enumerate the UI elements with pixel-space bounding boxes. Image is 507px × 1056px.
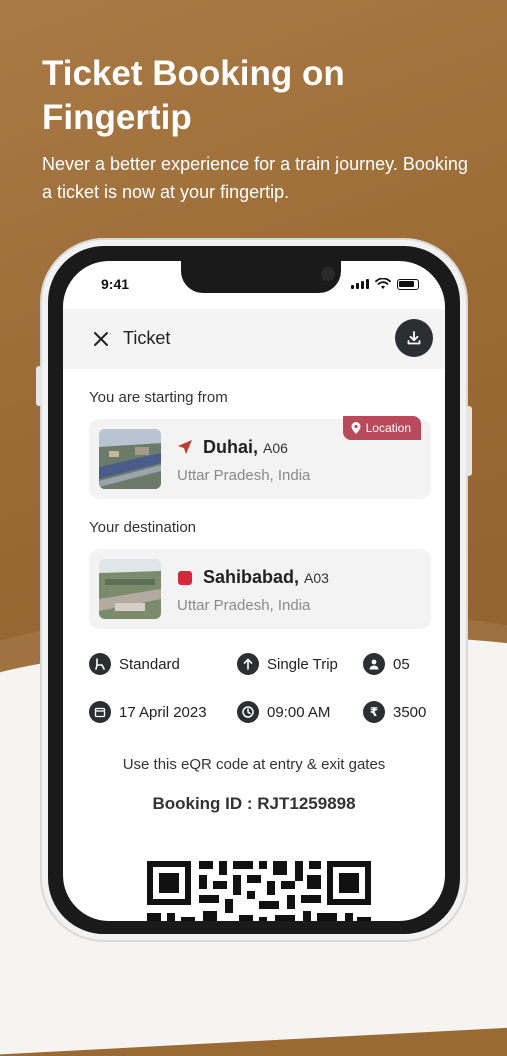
qr-code[interactable] (147, 861, 371, 921)
origin-station-code: A06 (263, 440, 288, 456)
phone-frame: 9:41 Ticket You are starting from Duhai,… (36, 240, 472, 940)
location-badge[interactable]: Location (342, 416, 421, 440)
origin-card[interactable]: Duhai, A06 Uttar Pradesh, India Location (89, 416, 431, 499)
date-value: 17 April 2023 (119, 703, 207, 721)
destination-station: Sahibabad, A03 (203, 567, 329, 588)
hero-title: Ticket Booking on Fingertip (42, 54, 345, 137)
passengers-info: 05 (363, 653, 410, 675)
ticket-header: Ticket (63, 309, 445, 369)
class-info: Standard (89, 653, 180, 675)
seat-icon (89, 653, 111, 675)
user-icon (363, 653, 385, 675)
battery-icon (397, 278, 419, 290)
status-icons (351, 278, 419, 290)
trip-value: Single Trip (267, 655, 338, 673)
signal-icon (351, 279, 369, 289)
class-value: Standard (119, 655, 180, 673)
destination-region: Uttar Pradesh, India (177, 597, 311, 614)
destination-card[interactable]: Sahibabad, A03 Uttar Pradesh, India (89, 549, 431, 629)
close-icon[interactable] (91, 329, 111, 349)
fare-info: ₹ 3500 (363, 701, 426, 723)
notch (181, 261, 341, 293)
passengers-value: 05 (393, 655, 410, 673)
date-info: 17 April 2023 (89, 701, 207, 723)
page-title: Ticket (123, 328, 171, 348)
destination-photo (99, 559, 161, 619)
up-arrow-icon (237, 653, 259, 675)
trip-info: Single Trip (237, 653, 338, 675)
phone-power-button (466, 406, 472, 476)
qr-instruction: Use this eQR code at entry & exit gates (122, 756, 386, 773)
phone-screen: 9:41 Ticket You are starting from Duhai,… (63, 261, 445, 921)
time-info: 09:00 AM (237, 701, 330, 723)
location-pin-icon (351, 422, 361, 434)
origin-photo (99, 429, 161, 489)
origin-label: You are starting from (89, 389, 228, 406)
fare-value: 3500 (393, 703, 427, 721)
origin-station: Duhai, A06 (203, 437, 288, 458)
rupee-icon: ₹ (363, 701, 385, 723)
destination-station-name: Sahibabad, (203, 567, 300, 587)
hero-subtitle: Never a better experience for a train jo… (42, 154, 468, 202)
booking-id: Booking ID : RJT1259898 (152, 794, 356, 813)
origin-station-name: Duhai, (203, 437, 259, 457)
location-badge-label: Location (365, 421, 411, 435)
clock-icon (237, 701, 259, 723)
origin-region: Uttar Pradesh, India (177, 467, 311, 484)
phone-side-button (36, 366, 42, 406)
destination-station-code: A03 (304, 570, 329, 586)
navigation-arrow-icon (178, 440, 192, 454)
status-time: 9:41 (101, 276, 130, 292)
download-button[interactable] (395, 319, 433, 357)
time-value: 09:00 AM (267, 703, 331, 721)
destination-marker-icon (178, 571, 192, 585)
wifi-icon (375, 278, 391, 289)
download-icon (407, 331, 421, 345)
camera-icon (321, 267, 335, 281)
destination-label: Your destination (89, 519, 197, 536)
calendar-icon (89, 701, 111, 723)
